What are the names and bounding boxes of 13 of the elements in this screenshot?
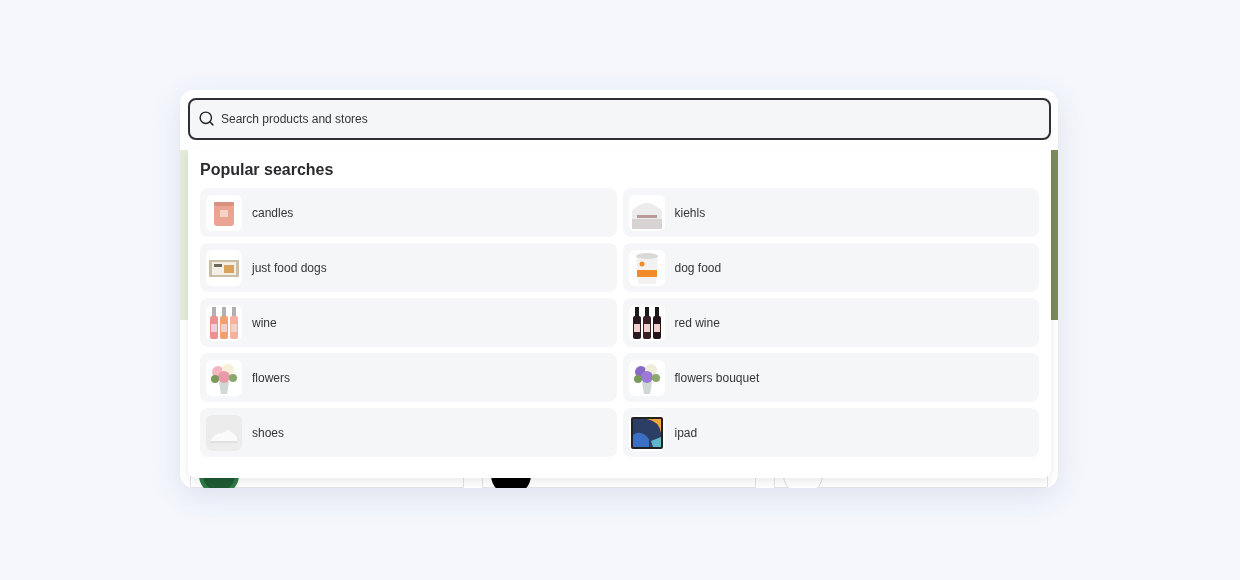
search-suggestion[interactable]: dog food bbox=[622, 243, 1039, 292]
search-suggestion[interactable]: flowers bouquet bbox=[622, 353, 1039, 402]
section-heading: Popular searches bbox=[200, 160, 335, 180]
search-suggestion[interactable]: shoes bbox=[200, 408, 617, 457]
search-suggestion[interactable]: kiehls bbox=[622, 188, 1039, 237]
search-suggestion[interactable]: candles bbox=[200, 188, 617, 237]
search-suggestion[interactable]: red wine bbox=[622, 298, 1039, 347]
search-suggestion[interactable]: wine bbox=[200, 298, 617, 347]
search-suggestion[interactable]: ipad bbox=[622, 408, 1039, 457]
search-suggestion[interactable]: flowers bbox=[200, 353, 617, 402]
search-field[interactable]: Search products and stores bbox=[188, 98, 1051, 140]
search-suggestion[interactable]: just food dogs bbox=[200, 243, 617, 292]
search-icon bbox=[198, 110, 215, 127]
